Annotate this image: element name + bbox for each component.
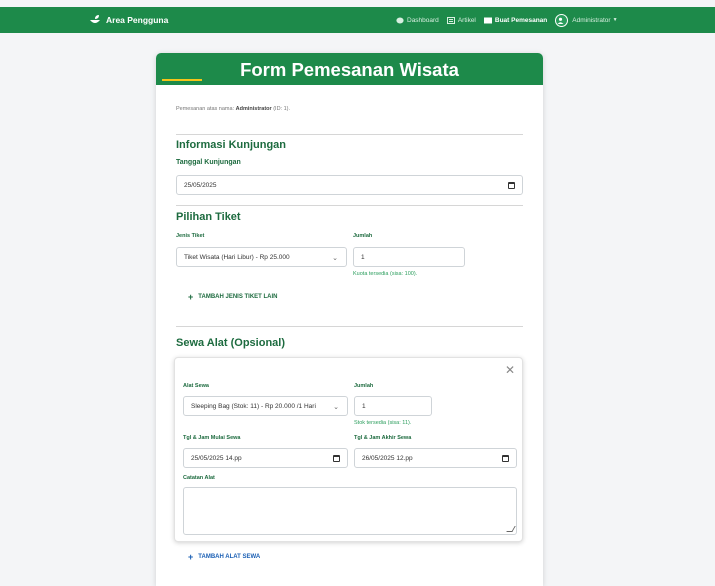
plus-icon: + [188,552,194,562]
nav-artikel[interactable]: Artikel [446,16,476,24]
add-rental-button[interactable]: + TAMBAH ALAT SEWA [188,552,260,562]
calendar-icon[interactable] [502,455,509,462]
rental-start-value: 25/05/2025 14.pp [191,454,242,462]
nav-buat-pemesanan-label: Buat Pemesanan [494,16,548,24]
visit-date-label: Tanggal Kunjungan [176,159,241,166]
divider [176,326,523,327]
nav-buat-pemesanan[interactable]: Buat Pemesanan [483,16,548,24]
user-name: Administrator [572,16,611,24]
ticket-qty-input[interactable]: 1 [353,247,465,267]
rental-end-input[interactable]: 26/05/2025 12.pp [354,448,517,468]
rental-qty-label: Jumlah [354,383,374,389]
rental-start-input[interactable]: 25/05/2025 14.pp [183,448,348,468]
ticket-qty-label: Jumlah [353,233,373,239]
owner-suffix: (ID: 1). [273,106,291,112]
rental-end-value: 26/05/2025 12.pp [362,454,413,462]
avatar [555,13,569,27]
user-icon [557,17,564,24]
ticket-type-select[interactable]: Tiket Wisata (Hari Libur) - Rp 25.000 ⌄ [176,247,347,267]
brand-link[interactable]: Area Pengguna [89,7,168,33]
newspaper-icon [446,16,455,24]
ticket-type-label: Jenis Tiket [176,233,205,239]
rental-section-title: Sewa Alat (Opsional) [176,337,286,349]
add-ticket-label: TAMBAH JENIS TIKET LAIN [198,294,278,300]
visit-date-value: 25/05/2025 [184,181,217,189]
rental-item-value: Sleeping Bag (Stok: 11) - Rp 20.000 /1 H… [191,402,316,410]
brand-label: Area Pengguna [106,15,169,25]
chevron-down-icon: ⌄ [333,404,339,411]
owner-prefix: Pemesanan atas nama: [176,106,235,112]
ticket-qty-value: 1 [361,253,365,261]
form-title: Form Pemesanan Wisata [240,59,459,80]
user-menu[interactable]: Administrator ▼ [555,13,618,27]
leaf-bowl-icon [90,15,100,23]
rental-qty-input[interactable]: 1 [354,396,432,416]
rental-qty-value: 1 [362,402,366,410]
rental-stock-hint: Stok tersedia (sisa: 11). [354,420,412,426]
form-header: Form Pemesanan Wisata [156,53,543,85]
divider [176,134,523,135]
visit-section-title: Informasi Kunjungan [176,139,286,151]
caret-down-icon: ▼ [612,17,618,23]
add-rental-label: TAMBAH ALAT SEWA [198,554,261,560]
nav-dashboard-label: Dashboard [407,16,439,24]
header-accent-bar [162,79,202,81]
ticket-quota-hint: Kuota tersedia (sisa: 100). [353,271,418,277]
ticket-icon [483,17,492,23]
rental-start-label: Tgl & Jam Mulai Sewa [183,435,241,441]
chevron-down-icon: ⌄ [332,255,338,262]
resize-grip-icon[interactable] [506,526,516,532]
booking-form-card: Form Pemesanan Wisata Pemesanan atas nam… [156,53,543,586]
rental-item-select[interactable]: Sleeping Bag (Stok: 11) - Rp 20.000 /1 H… [183,396,348,416]
owner-info: Pemesanan atas nama: Administrator (ID: … [176,106,290,112]
rental-item-label: Alat Sewa [183,383,209,389]
top-navbar: Area Pengguna Dashboard Artikel Buat Pem… [0,7,715,33]
divider [176,205,523,206]
rental-item-card: ✕ Alat Sewa Sleeping Bag (Stok: 11) - Rp… [174,357,523,542]
palette-icon [396,17,404,23]
rental-note-textarea[interactable] [183,487,517,535]
close-icon[interactable]: ✕ [505,363,515,377]
ticket-section-title: Pilihan Tiket [176,211,241,223]
rental-note-label: Catatan Alat [183,475,215,481]
nav-dashboard[interactable]: Dashboard [396,17,439,24]
ticket-type-value: Tiket Wisata (Hari Libur) - Rp 25.000 [184,253,290,261]
owner-name: Administrator [235,106,272,112]
calendar-icon[interactable] [333,455,340,462]
visit-date-input[interactable]: 25/05/2025 [176,175,523,195]
add-ticket-button[interactable]: + TAMBAH JENIS TIKET LAIN [188,292,278,302]
calendar-icon[interactable] [508,182,515,189]
nav-artikel-label: Artikel [457,16,476,24]
rental-end-label: Tgl & Jam Akhir Sewa [354,435,412,441]
plus-icon: + [188,292,194,302]
